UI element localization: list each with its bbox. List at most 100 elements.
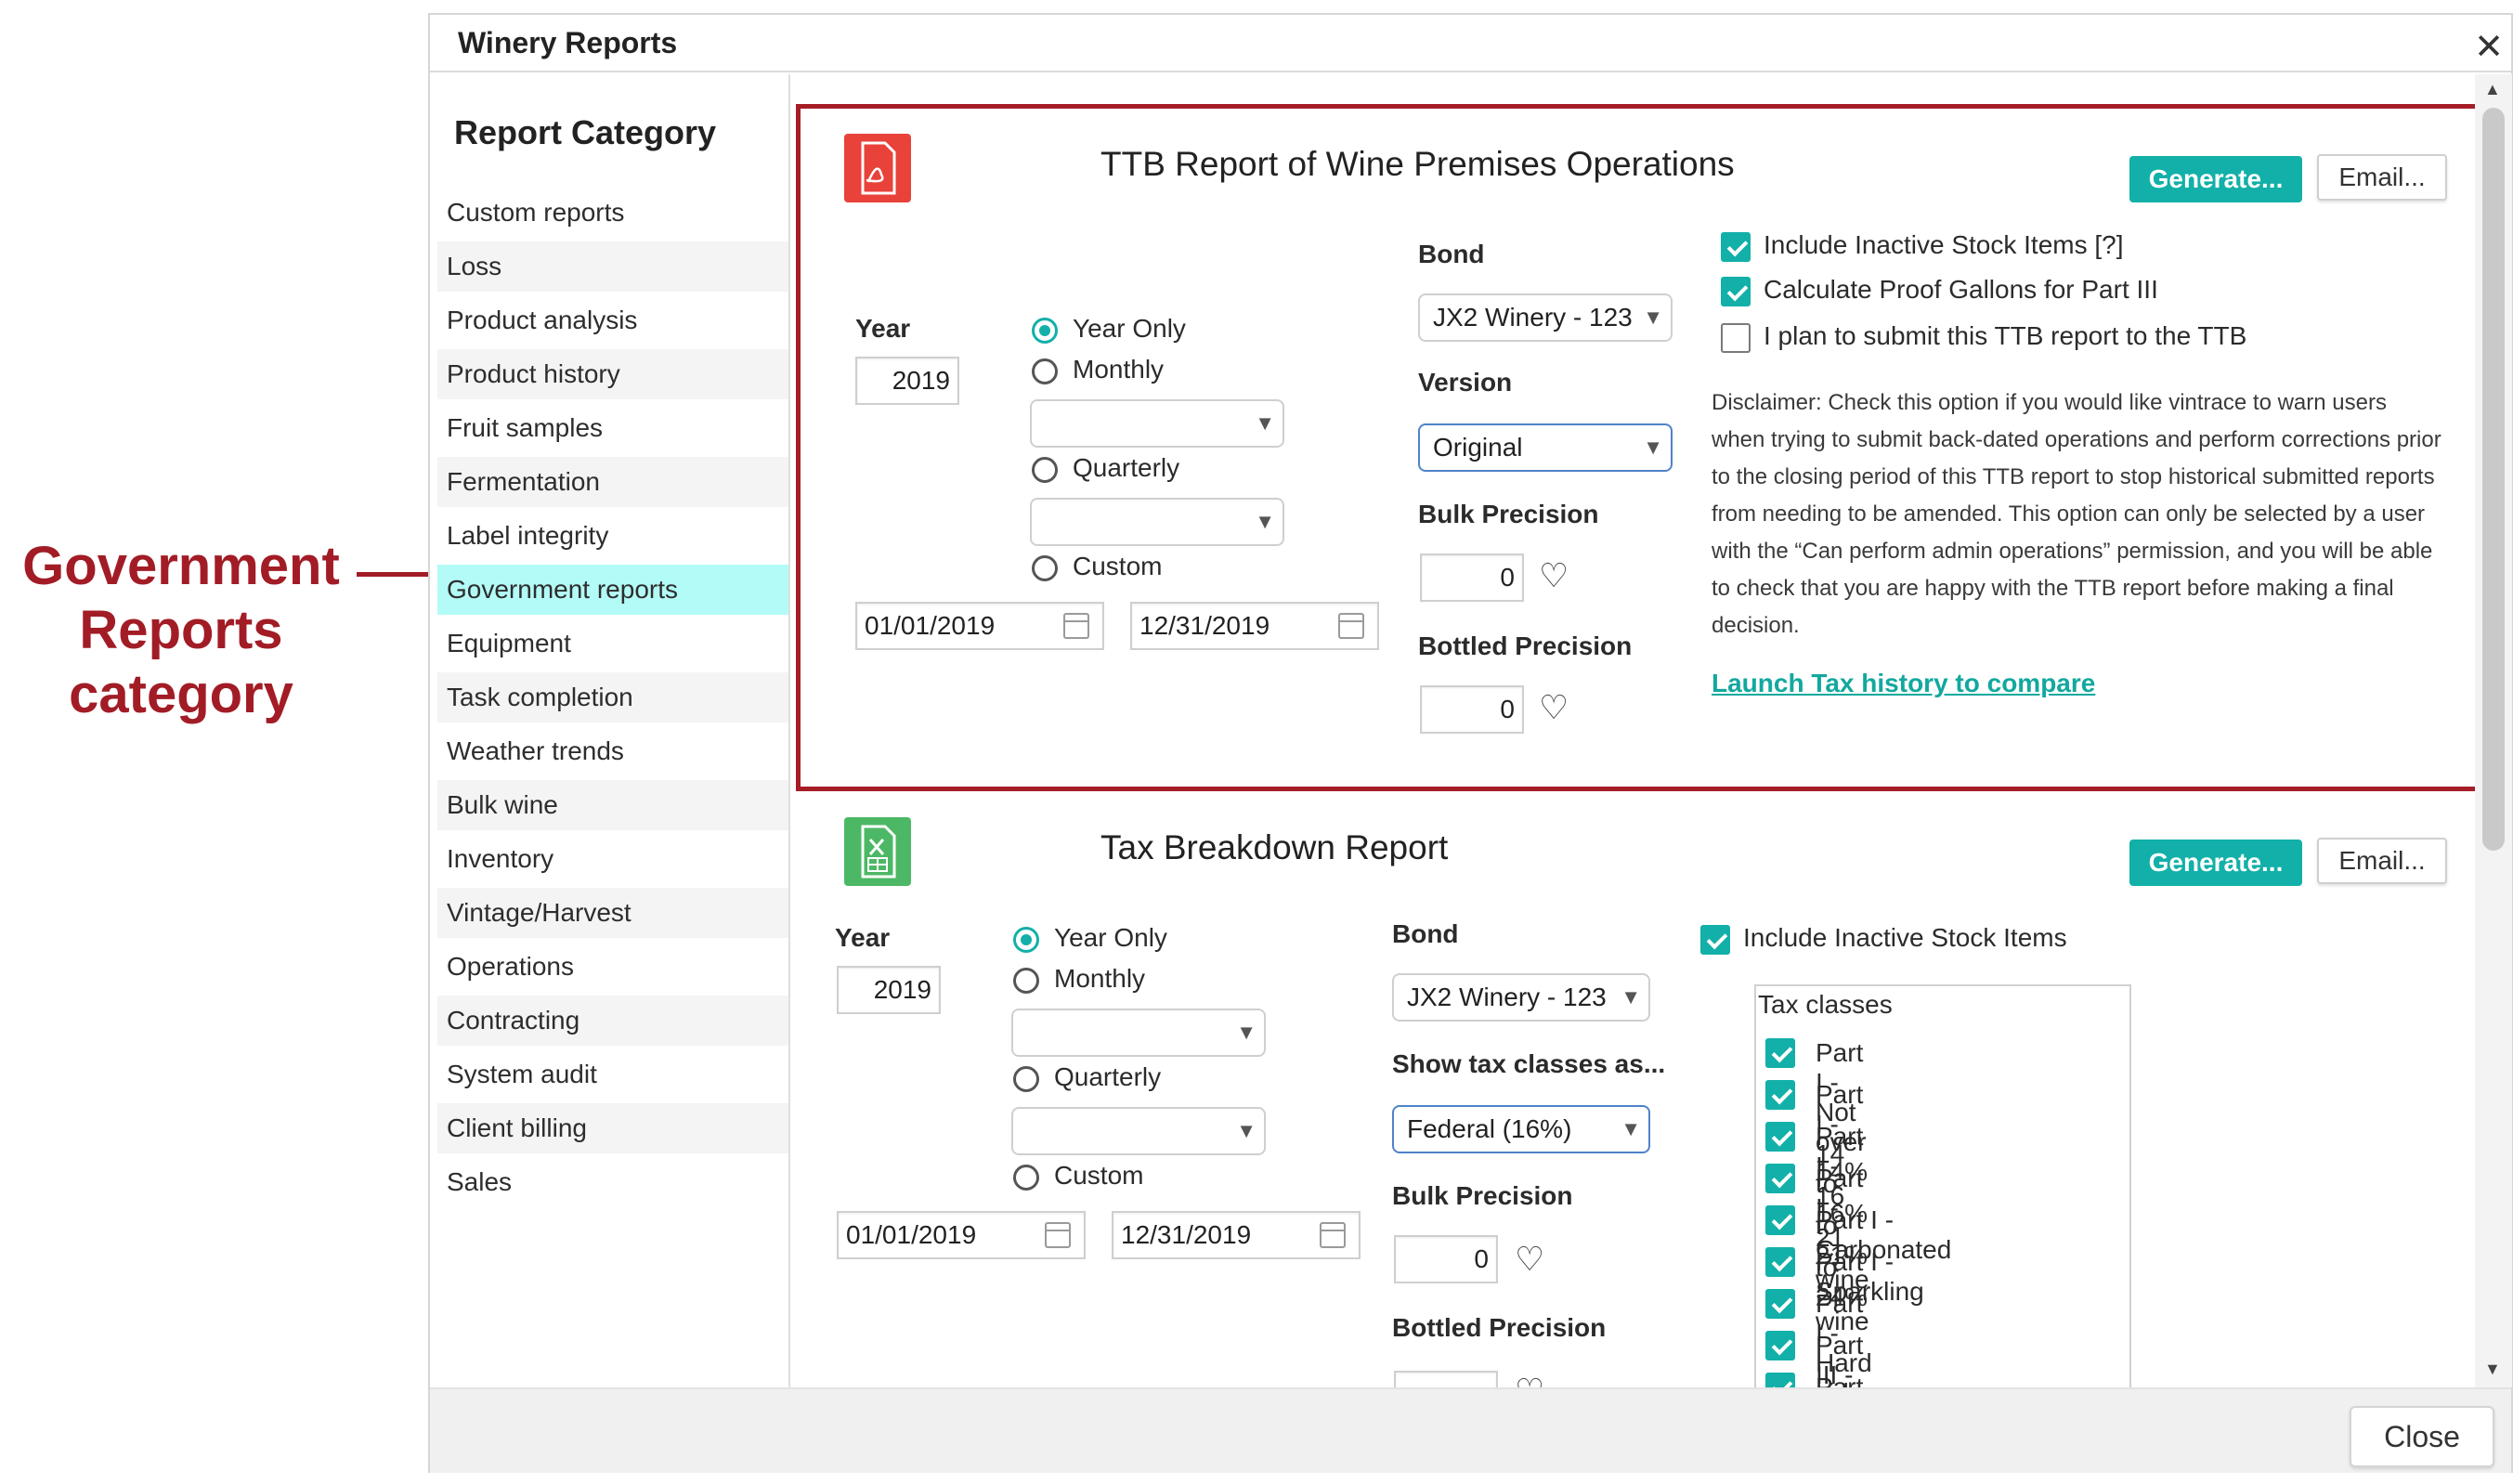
tax-date-from-value: 01/01/2019 — [846, 1220, 977, 1249]
ttb-radio-monthly[interactable] — [1032, 358, 1058, 384]
sidebar-item-bulk-wine[interactable]: Bulk wine — [437, 780, 788, 830]
tax-quarter-select[interactable]: ▼ — [1011, 1107, 1266, 1155]
tax-radio-monthly[interactable] — [1013, 968, 1039, 994]
tax-class-checkbox[interactable] — [1765, 1205, 1795, 1235]
tax-date-to[interactable]: 12/31/2019 — [1112, 1211, 1361, 1259]
ttb-generate-button[interactable]: Generate... — [2129, 156, 2302, 202]
tax-bond-select[interactable]: JX2 Winery - 123 ▼ — [1392, 973, 1650, 1022]
close-icon[interactable]: ✕ — [2474, 26, 2504, 68]
calendar-icon[interactable] — [1338, 613, 1364, 639]
ttb-quarter-select[interactable]: ▼ — [1030, 498, 1284, 546]
tax-bond-value: JX2 Winery - 123 — [1407, 983, 1607, 1011]
tax-bottled-precision-label: Bottled Precision — [1392, 1313, 1607, 1342]
winery-reports-dialog: Winery Reports ✕ Report Category Custom … — [428, 13, 2513, 1473]
tax-radio-custom-label: Custom — [1054, 1161, 1144, 1190]
tax-class-checkbox[interactable] — [1765, 1164, 1795, 1193]
tax-month-select[interactable]: ▼ — [1011, 1009, 1266, 1057]
ttb-bottled-precision-input[interactable]: 0 — [1420, 685, 1524, 734]
chevron-down-icon: ▼ — [1255, 510, 1275, 533]
tax-classes-box[interactable]: Tax classes Part I - Not over 14% Part I… — [1754, 984, 2131, 1389]
close-button[interactable]: Close — [2350, 1406, 2494, 1467]
scrollbar[interactable]: ▲ ▼ — [2475, 74, 2512, 1387]
tax-history-link[interactable]: Launch Tax history to compare — [1712, 669, 2095, 698]
ttb-disclaimer: Disclaimer: Check this option if you wou… — [1712, 390, 2441, 638]
heart-icon[interactable]: ♡ — [1515, 1243, 1544, 1276]
ttb-inactive-checkbox[interactable] — [1721, 232, 1751, 262]
tax-class-checkbox[interactable] — [1765, 1122, 1795, 1152]
ttb-proof-label: Calculate Proof Gallons for Part III — [1764, 275, 2158, 304]
chevron-down-icon: ▼ — [1255, 411, 1275, 435]
ttb-submit-checkbox[interactable] — [1721, 323, 1751, 353]
ttb-date-from[interactable]: 01/01/2019 — [855, 602, 1104, 650]
tax-radio-custom[interactable] — [1013, 1165, 1039, 1191]
ttb-year-input[interactable]: 2019 — [855, 357, 959, 405]
dialog-title: Winery Reports — [458, 26, 678, 59]
sidebar-item-fruit-samples[interactable]: Fruit samples — [437, 403, 788, 453]
tax-radio-year-only[interactable] — [1013, 927, 1039, 953]
sidebar-item-product-analysis[interactable]: Product analysis — [437, 295, 788, 345]
scroll-down-icon[interactable]: ▼ — [2484, 1360, 2501, 1379]
pdf-icon — [844, 134, 911, 202]
tax-date-from[interactable]: 01/01/2019 — [837, 1211, 1086, 1259]
sidebar-item-custom-reports[interactable]: Custom reports — [437, 188, 788, 238]
sidebar-item-sales[interactable]: Sales — [437, 1157, 788, 1207]
ttb-report-title: TTB Report of Wine Premises Operations — [1100, 145, 1735, 183]
sidebar-item-inventory[interactable]: Inventory — [437, 834, 788, 884]
ttb-radio-custom-label: Custom — [1073, 552, 1163, 580]
ttb-proof-checkbox[interactable] — [1721, 277, 1751, 306]
tax-show-classes-select[interactable]: Federal (16%) ▼ — [1392, 1105, 1650, 1153]
scroll-thumb[interactable] — [2482, 108, 2505, 851]
tax-class-checkbox[interactable] — [1765, 1331, 1795, 1360]
ttb-email-button[interactable]: Email... — [2317, 154, 2447, 201]
tax-show-classes-value: Federal (16%) — [1407, 1114, 1572, 1143]
tax-radio-year-only-label: Year Only — [1054, 923, 1167, 952]
sidebar-item-client-billing[interactable]: Client billing — [437, 1103, 788, 1153]
sidebar-item-system-audit[interactable]: System audit — [437, 1049, 788, 1100]
calendar-icon[interactable] — [1320, 1222, 1346, 1248]
sidebar-item-product-history[interactable]: Product history — [437, 349, 788, 399]
tax-class-checkbox[interactable] — [1765, 1247, 1795, 1277]
tax-generate-button[interactable]: Generate... — [2129, 840, 2302, 886]
ttb-radio-quarterly[interactable] — [1032, 457, 1058, 483]
ttb-date-to-value: 12/31/2019 — [1139, 611, 1270, 640]
tax-email-button[interactable]: Email... — [2317, 838, 2447, 884]
ttb-month-select[interactable]: ▼ — [1030, 399, 1284, 448]
scroll-up-icon[interactable]: ▲ — [2484, 80, 2501, 99]
ttb-bulk-precision-input[interactable]: 0 — [1420, 553, 1524, 602]
sidebar-item-fermentation[interactable]: Fermentation — [437, 457, 788, 507]
sidebar-item-label-integrity[interactable]: Label integrity — [437, 511, 788, 561]
chevron-down-icon: ▼ — [1643, 436, 1663, 459]
ttb-version-select[interactable]: Original ▼ — [1418, 423, 1673, 472]
tax-inactive-checkbox[interactable] — [1700, 925, 1730, 955]
ttb-radio-year-only[interactable] — [1032, 318, 1058, 344]
chevron-down-icon: ▼ — [1621, 985, 1641, 1009]
tax-class-checkbox[interactable] — [1765, 1289, 1795, 1319]
sidebar-item-task-completion[interactable]: Task completion — [437, 672, 788, 722]
sidebar-item-vintage-harvest[interactable]: Vintage/Harvest — [437, 888, 788, 938]
ttb-radio-custom[interactable] — [1032, 555, 1058, 581]
calendar-icon[interactable] — [1063, 613, 1089, 639]
spreadsheet-icon — [844, 817, 911, 886]
tax-bulk-precision-input[interactable]: 0 — [1394, 1235, 1498, 1283]
ttb-version-label: Version — [1418, 368, 1513, 397]
sidebar-item-equipment[interactable]: Equipment — [437, 618, 788, 669]
sidebar-item-government-reports[interactable]: Government reports — [437, 565, 788, 615]
tax-radio-quarterly[interactable] — [1013, 1066, 1039, 1092]
sidebar-item-weather-trends[interactable]: Weather trends — [437, 726, 788, 776]
tax-radio-monthly-label: Monthly — [1054, 964, 1146, 993]
tax-year-input[interactable]: 2019 — [837, 966, 941, 1014]
tax-bottled-precision-input[interactable] — [1394, 1371, 1498, 1387]
sidebar-item-operations[interactable]: Operations — [437, 942, 788, 992]
dialog-footer: Close — [430, 1387, 2511, 1473]
heart-icon[interactable]: ♡ — [1539, 691, 1569, 724]
tax-class-checkbox[interactable] — [1765, 1038, 1795, 1068]
heart-icon[interactable]: ♡ — [1539, 559, 1569, 592]
heart-icon[interactable]: ♡ — [1515, 1374, 1544, 1388]
ttb-date-to[interactable]: 12/31/2019 — [1130, 602, 1379, 650]
calendar-icon[interactable] — [1045, 1222, 1071, 1248]
sidebar-item-loss[interactable]: Loss — [437, 241, 788, 292]
tax-class-checkbox[interactable] — [1765, 1080, 1795, 1110]
sidebar-item-contracting[interactable]: Contracting — [437, 996, 788, 1046]
report-category-sidebar: Report Category Custom reports Loss Prod… — [430, 74, 790, 1387]
ttb-bond-select[interactable]: JX2 Winery - 123 ▼ — [1418, 293, 1673, 342]
